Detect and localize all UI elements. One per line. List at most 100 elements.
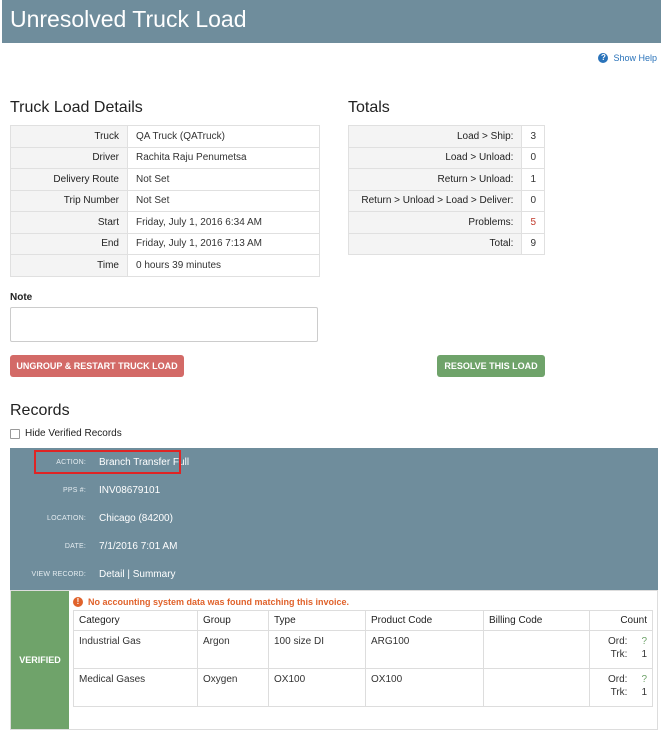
cell-group: Oxygen	[197, 668, 269, 707]
records-title: Records	[10, 402, 70, 419]
detail-link[interactable]: Detail	[99, 569, 125, 580]
items-table: Category Group Type Product Code Billing…	[73, 610, 653, 707]
totals-label: Load > Unload:	[347, 146, 523, 169]
trk-label: Trk:	[610, 687, 628, 698]
cell-type: OX100	[268, 668, 366, 707]
detail-row-end: End Friday, July 1, 2016 7:13 AM	[10, 232, 320, 255]
pps-value: INV08679101	[99, 485, 161, 496]
cell-billing-code	[483, 630, 590, 669]
truck-load-details-table: Truck QA Truck (QATruck) Driver Rachita Ra…	[10, 125, 320, 277]
detail-label: End	[10, 232, 128, 255]
location-value: Chicago (84200)	[99, 513, 173, 524]
action-highlight-box	[34, 450, 181, 474]
cell-group: Argon	[197, 630, 269, 669]
col-billing-code: Billing Code	[483, 610, 590, 631]
totals-value: 0	[521, 146, 545, 169]
totals-row: Load > Unload: 0	[347, 146, 545, 169]
cell-count: Ord:? Trk: 1	[589, 668, 653, 707]
detail-label: Truck	[10, 125, 128, 148]
detail-row-route: Delivery Route Not Set	[10, 168, 320, 191]
detail-value: 0 hours 39 minutes	[127, 254, 320, 277]
cell-type: 100 size DI	[268, 630, 366, 669]
totals-title: Totals	[348, 99, 390, 116]
detail-row-trip: Trip Number Not Set	[10, 189, 320, 212]
totals-label: Return > Unload:	[347, 168, 523, 191]
page-title: Unresolved Truck Load	[10, 6, 247, 32]
date-label: DATE:	[64, 543, 86, 550]
note-textarea[interactable]	[10, 307, 318, 342]
cell-category: Medical Gases	[73, 668, 198, 707]
detail-row-driver: Driver Rachita Raju Penumetsa	[10, 146, 320, 169]
totals-value: 0	[521, 189, 545, 212]
note-label: Note	[10, 292, 33, 303]
verified-status: VERIFIED	[11, 591, 69, 729]
view-separator: |	[124, 569, 133, 580]
items-header-row: Category Group Type Product Code Billing…	[73, 610, 653, 631]
detail-label: Delivery Route	[10, 168, 128, 191]
ord-label: Ord:	[607, 674, 628, 685]
col-group: Group	[197, 610, 269, 631]
detail-value: Friday, July 1, 2016 7:13 AM	[127, 232, 320, 255]
totals-table: Load > Ship: 3 Load > Unload: 0 Return > U…	[347, 125, 545, 255]
ungroup-restart-button[interactable]: UNGROUP & RESTART TRUCK LOAD	[10, 355, 184, 377]
show-help-link[interactable]: ? Show Help	[598, 53, 657, 63]
totals-row: Total: 9	[347, 232, 545, 255]
totals-value-problems: 5	[521, 211, 545, 234]
totals-row: Return > Unload: 1	[347, 168, 545, 191]
ord-value: ?	[641, 674, 647, 685]
trk-value: 1	[641, 687, 647, 698]
totals-label: Load > Ship:	[347, 125, 523, 148]
detail-label: Start	[10, 211, 128, 234]
view-record-links: Detail | Summary	[99, 569, 176, 580]
table-row: Industrial Gas Argon 100 size DI ARG100 …	[73, 630, 653, 669]
show-help-label: Show Help	[613, 53, 657, 63]
cell-billing-code	[483, 668, 590, 707]
totals-label: Return > Unload > Load > Deliver:	[347, 189, 523, 212]
hide-verified-checkbox[interactable]	[10, 428, 20, 439]
detail-row-truck: Truck QA Truck (QATruck)	[10, 125, 320, 148]
totals-row: Load > Ship: 3	[347, 125, 545, 148]
ord-label: Ord:	[607, 636, 628, 647]
date-value: 7/1/2016 7:01 AM	[99, 541, 178, 552]
detail-row-time: Time 0 hours 39 minutes	[10, 254, 320, 277]
no-accounting-warning: ! No accounting system data was found ma…	[73, 597, 349, 607]
col-category: Category	[73, 610, 198, 631]
cell-product-code: OX100	[365, 668, 484, 707]
totals-row: Return > Unload > Load > Deliver: 0	[347, 189, 545, 212]
warning-text: No accounting system data was found matc…	[88, 597, 350, 607]
totals-row: Problems: 5	[347, 211, 545, 234]
trk-label: Trk:	[610, 649, 628, 660]
view-record-label: VIEW RECORD:	[31, 571, 86, 578]
resolve-load-button[interactable]: RESOLVE THIS LOAD	[437, 355, 545, 377]
truck-load-details-title: Truck Load Details	[10, 99, 143, 116]
hide-verified-label: Hide Verified Records	[25, 428, 122, 439]
detail-value: QA Truck (QATruck)	[127, 125, 320, 148]
totals-value: 3	[521, 125, 545, 148]
detail-value: Friday, July 1, 2016 6:34 AM	[127, 211, 320, 234]
cell-product-code: ARG100	[365, 630, 484, 669]
totals-value: 1	[521, 168, 545, 191]
detail-row-start: Start Friday, July 1, 2016 6:34 AM	[10, 211, 320, 234]
ord-value: ?	[641, 636, 647, 647]
page-header: Unresolved Truck Load	[2, 0, 661, 43]
detail-label: Time	[10, 254, 128, 277]
totals-label: Problems:	[347, 211, 523, 234]
cell-category: Industrial Gas	[73, 630, 198, 669]
hide-verified-toggle[interactable]: Hide Verified Records	[10, 428, 122, 439]
col-type: Type	[268, 610, 366, 631]
help-icon: ?	[598, 53, 609, 63]
col-product-code: Product Code	[365, 610, 484, 631]
summary-link[interactable]: Summary	[133, 569, 176, 580]
detail-label: Trip Number	[10, 189, 128, 212]
totals-label: Total:	[347, 232, 523, 255]
totals-value: 9	[521, 232, 545, 255]
location-label: LOCATION:	[46, 515, 86, 522]
detail-value: Not Set	[127, 168, 320, 191]
detail-value: Rachita Raju Penumetsa	[127, 146, 320, 169]
col-count: Count	[589, 610, 653, 631]
trk-value: 1	[641, 649, 647, 660]
pps-label: PPS #:	[63, 487, 86, 494]
table-row: Medical Gases Oxygen OX100 OX100 Ord:? T…	[73, 668, 653, 707]
detail-label: Driver	[10, 146, 128, 169]
warning-icon: !	[73, 597, 83, 607]
